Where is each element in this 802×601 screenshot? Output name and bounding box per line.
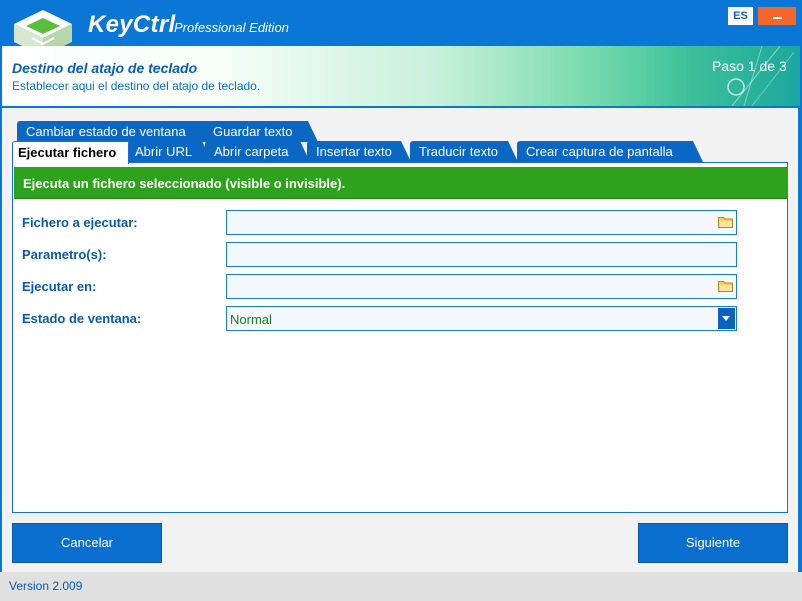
minimize-button[interactable]: [758, 7, 796, 25]
tab-cambiar-estado-ventana[interactable]: Cambiar estado de ventana: [17, 121, 217, 142]
minimize-icon: [773, 17, 782, 19]
next-button[interactable]: Siguiente: [638, 523, 788, 563]
estado-ventana-value: Normal: [230, 312, 272, 327]
window-border-left: [0, 46, 2, 601]
status-bar: Version 2.009: [0, 572, 802, 601]
folder-icon[interactable]: [718, 280, 733, 292]
tab-abrir-url[interactable]: Abrir URL: [126, 141, 212, 162]
title-bar: KeyCtrl Professional Edition ES: [0, 0, 802, 56]
label-fichero: Fichero a ejecutar:: [22, 215, 138, 230]
app-name: KeyCtrl: [88, 11, 176, 38]
ejecutar-en-input[interactable]: [226, 274, 737, 299]
label-estado-ventana: Estado de ventana:: [22, 311, 142, 326]
tab-insertar-texto[interactable]: Insertar texto: [307, 141, 411, 162]
folder-icon[interactable]: [718, 216, 733, 228]
language-button[interactable]: ES: [728, 7, 753, 25]
banner-title: Destino del atajo de teclado: [12, 60, 198, 76]
panel-header: Ejecuta un fichero seleccionado (visible…: [14, 167, 788, 199]
decorative-lines-icon: [727, 46, 795, 106]
tab-traducir-texto[interactable]: Traducir texto: [410, 141, 518, 162]
estado-ventana-select[interactable]: Normal: [226, 306, 737, 331]
parametros-input[interactable]: [226, 242, 737, 267]
tab-crear-captura[interactable]: Crear captura de pantalla: [517, 141, 703, 162]
tab-ejecutar-fichero[interactable]: Ejecutar fichero: [12, 141, 129, 164]
version-label: Version 2.009: [9, 579, 83, 593]
cancel-button[interactable]: Cancelar: [12, 523, 162, 563]
window-border-right: [798, 46, 802, 601]
banner-subtitle: Establecer aqui el destino del atajo de …: [12, 79, 261, 93]
label-ejecutar-en: Ejecutar en:: [22, 279, 97, 294]
fichero-input[interactable]: [226, 210, 737, 235]
banner-divider: [2, 106, 800, 108]
dropdown-button[interactable]: [718, 308, 735, 329]
app-edition: Professional Edition: [174, 20, 289, 35]
wizard-banner: Destino del atajo de teclado Establecer …: [2, 46, 800, 108]
label-parametros: Parametro(s):: [22, 247, 107, 262]
step-indicator: Paso 1 de 3: [712, 58, 787, 74]
tab-guardar-texto[interactable]: Guardar texto: [204, 121, 318, 142]
tab-abrir-carpeta[interactable]: Abrir carpeta: [205, 141, 310, 162]
chevron-down-icon: [722, 316, 730, 321]
